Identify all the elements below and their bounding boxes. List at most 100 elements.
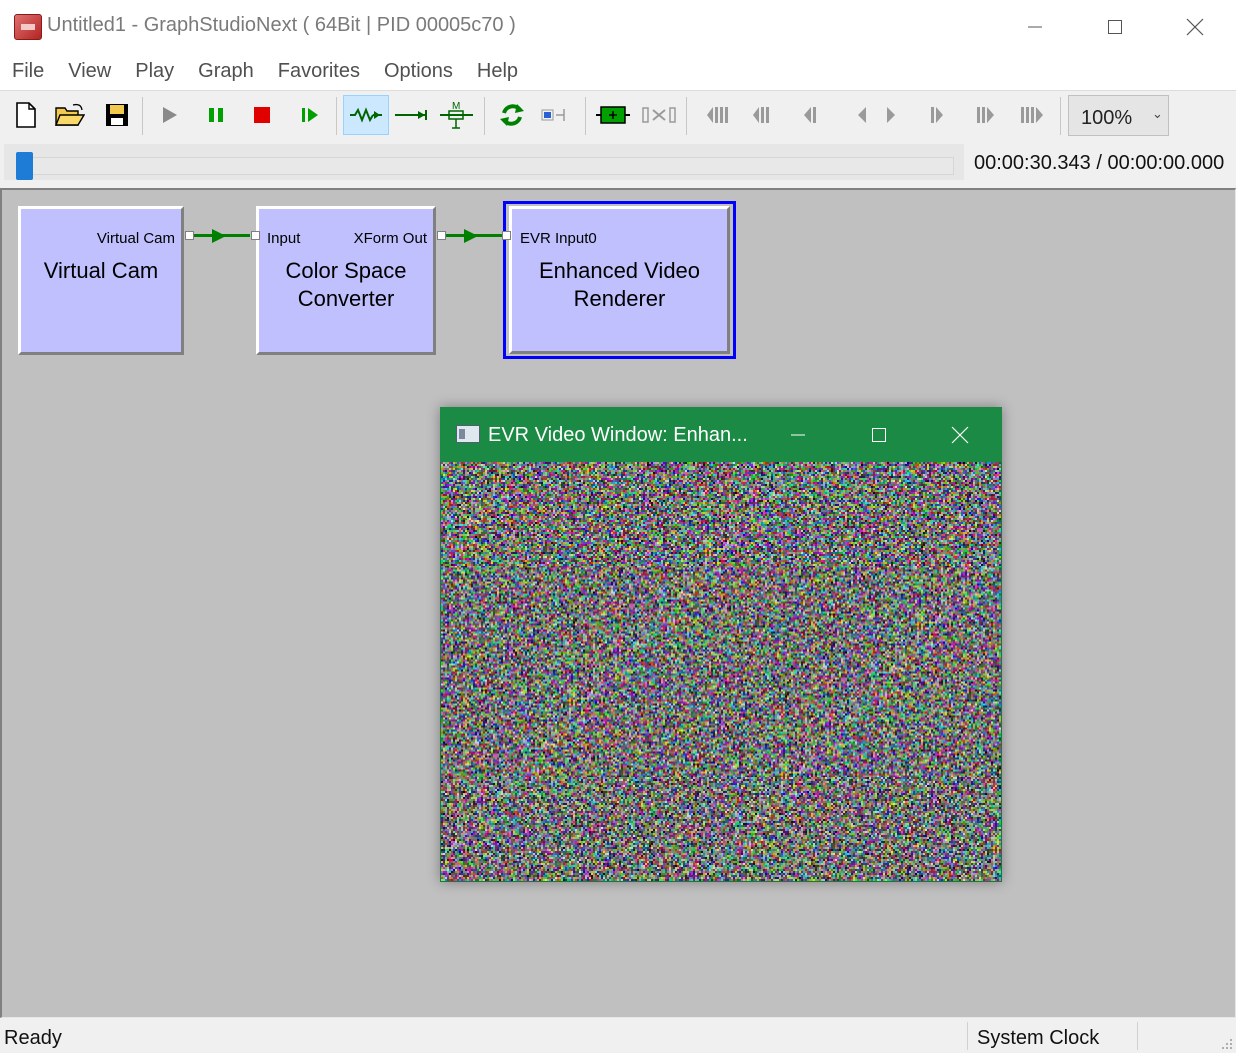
filter-name-line-2: Renderer	[573, 286, 666, 311]
menu-help[interactable]: Help	[465, 54, 530, 90]
stop-icon	[254, 107, 270, 123]
connect-mode-icon	[350, 107, 382, 123]
play-icon	[163, 107, 177, 123]
filter-properties-button[interactable]	[537, 95, 577, 135]
minimize-button[interactable]	[996, 0, 1074, 54]
filter-virtual-cam[interactable]: Virtual Cam Virtual Cam	[18, 206, 184, 355]
refresh-button[interactable]	[492, 95, 532, 135]
status-text: Ready	[4, 1027, 62, 1049]
stop-button[interactable]	[242, 95, 282, 135]
zoom-combobox[interactable]: 100% ⌄	[1068, 95, 1169, 136]
video-window-title: EVR Video Window: Enhan...	[488, 424, 748, 446]
seek-forward-large-button[interactable]	[965, 95, 1005, 135]
connection-arrow	[212, 229, 226, 243]
seek-slider-thumb[interactable]	[16, 152, 33, 180]
seek-back-large-icon	[753, 107, 769, 123]
seek-end-button[interactable]	[1014, 95, 1054, 135]
close-button[interactable]	[1156, 0, 1234, 54]
minimize-icon	[791, 434, 805, 435]
frame-back-icon	[858, 107, 866, 123]
pause-icon	[209, 108, 223, 122]
save-icon	[106, 104, 128, 126]
minimize-icon	[1028, 26, 1042, 28]
window-title: Untitled1 - GraphStudioNext ( 64Bit | PI…	[47, 14, 516, 36]
connect-mode-button[interactable]	[343, 95, 389, 135]
evr-video-window[interactable]: EVR Video Window: Enhan...	[440, 407, 1002, 882]
pause-button[interactable]	[196, 95, 236, 135]
seek-start-button[interactable]	[694, 95, 734, 135]
video-close-button[interactable]	[920, 407, 1000, 462]
menu-play[interactable]: Play	[123, 54, 186, 90]
title-bar[interactable]: Untitled1 - GraphStudioNext ( 64Bit | PI…	[0, 0, 1236, 54]
new-document-icon	[16, 102, 36, 128]
video-window-icon[interactable]	[456, 425, 480, 443]
filter-color-space-converter[interactable]: Input XForm Out Color Space Converter	[256, 206, 436, 355]
seek-slider[interactable]	[4, 144, 964, 180]
toolbar: M 100% ⌄	[0, 90, 1236, 140]
frame-forward-button[interactable]	[871, 95, 911, 135]
output-pin[interactable]	[185, 231, 194, 240]
menu-graph[interactable]: Graph	[186, 54, 266, 90]
filter-properties-icon	[541, 109, 565, 121]
menu-view[interactable]: View	[56, 54, 123, 90]
new-button[interactable]	[6, 95, 46, 135]
filter-name-line-1: Color Space	[285, 258, 407, 283]
video-minimize-button[interactable]	[758, 407, 838, 462]
video-maximize-button[interactable]	[839, 407, 919, 462]
seek-forward-icon	[931, 107, 943, 123]
step-frame-icon	[302, 108, 318, 122]
video-noise-frame	[441, 462, 1001, 881]
zoom-value: 100%	[1081, 107, 1133, 129]
status-bar: Ready System Clock	[0, 1018, 1236, 1053]
smart-connect-icon: M	[440, 101, 473, 129]
input-pin[interactable]	[502, 231, 511, 240]
maximize-button[interactable]	[1076, 0, 1154, 54]
maximize-icon	[872, 427, 886, 442]
open-folder-icon	[55, 103, 85, 126]
menu-bar: File View Play Graph Favorites Options H…	[0, 54, 1236, 90]
seek-back-large-button[interactable]	[742, 95, 782, 135]
filter-name: Virtual Cam	[43, 258, 159, 283]
menu-file[interactable]: File	[0, 54, 56, 90]
disconnect-button[interactable]	[639, 95, 679, 135]
app-window: Untitled1 - GraphStudioNext ( 64Bit | PI…	[0, 0, 1236, 1053]
add-filter-icon	[596, 106, 630, 124]
seek-forward-large-icon	[977, 107, 994, 123]
add-filter-button[interactable]	[593, 95, 633, 135]
direct-connect-icon	[395, 110, 427, 120]
smart-connect-button[interactable]: M	[437, 95, 477, 135]
save-button[interactable]	[97, 95, 137, 135]
connection-arrow	[464, 229, 478, 243]
pin-label-virtual-cam-out: Virtual Cam	[96, 230, 175, 247]
graphstudio-app-icon[interactable]	[14, 14, 42, 40]
frame-forward-icon	[887, 107, 895, 123]
reference-clock-text: System Clock	[977, 1027, 1100, 1049]
step-frame-button[interactable]	[290, 95, 330, 135]
resize-grip-icon[interactable]	[1220, 1037, 1234, 1051]
refresh-icon	[500, 104, 524, 126]
filter-enhanced-video-renderer[interactable]: EVR Input0 Enhanced Video Renderer	[509, 206, 730, 354]
close-icon	[951, 426, 969, 443]
chevron-down-icon: ⌄	[1152, 106, 1163, 121]
menu-options[interactable]: Options	[372, 54, 465, 90]
open-button[interactable]	[50, 95, 90, 135]
seek-slider-track	[16, 157, 954, 175]
direct-connect-button[interactable]	[391, 95, 431, 135]
close-icon	[1186, 18, 1204, 36]
filter-name-line-1: Enhanced Video	[538, 258, 701, 283]
output-pin[interactable]	[437, 231, 446, 240]
seek-start-icon	[707, 107, 728, 123]
input-pin[interactable]	[251, 231, 260, 240]
seek-end-icon	[1021, 107, 1043, 123]
play-button[interactable]	[150, 95, 190, 135]
time-display: 00:00:30.343 / 00:00:00.000	[974, 152, 1225, 174]
pin-label-input: Input	[267, 230, 301, 247]
seek-back-icon	[804, 107, 816, 123]
pin-label-xform-out: XForm Out	[353, 230, 427, 247]
seek-back-button[interactable]	[791, 95, 831, 135]
pin-label-evr-input0: EVR Input0	[520, 230, 597, 247]
video-window-title-bar[interactable]: EVR Video Window: Enhan...	[440, 407, 1002, 462]
filter-name-line-2: Converter	[297, 286, 395, 311]
menu-favorites[interactable]: Favorites	[266, 54, 372, 90]
seek-forward-button[interactable]	[917, 95, 957, 135]
